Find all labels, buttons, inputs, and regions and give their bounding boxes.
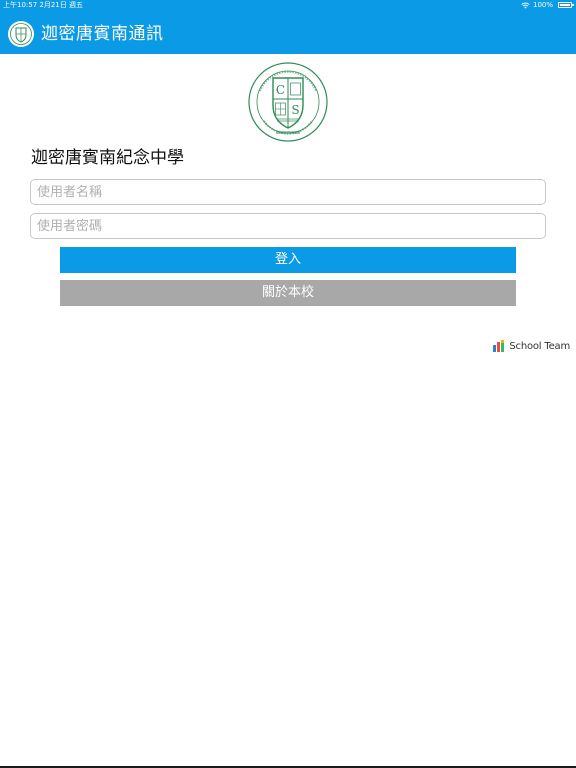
school-crest-icon [8, 21, 34, 47]
status-bar: 上午10:57 2月21日 週五 100% [0, 0, 576, 10]
status-time-date: 上午10:57 2月21日 週五 [3, 1, 83, 9]
username-input[interactable] [30, 179, 546, 205]
battery-percent: 100% [532, 1, 553, 9]
school-team-brand: School Team [492, 338, 570, 354]
nav-bar: 迦密唐賓南通訊 [0, 10, 576, 54]
nav-title: 迦密唐賓南通訊 [41, 24, 164, 44]
about-school-button[interactable]: 關於本校 [60, 280, 516, 306]
battery-icon [558, 2, 574, 8]
status-indicators: 100% [521, 0, 574, 10]
school-team-logo-icon [493, 340, 505, 352]
school-crest-logo: C S [248, 62, 328, 142]
login-button[interactable]: 登入 [60, 247, 516, 273]
password-input[interactable] [30, 213, 546, 239]
wifi-icon [521, 2, 530, 9]
school-name-heading: 迦密唐賓南紀念中學 [31, 148, 184, 168]
svg-text:S: S [291, 103, 299, 117]
brand-text: School Team [509, 340, 570, 352]
svg-text:C: C [276, 83, 285, 97]
